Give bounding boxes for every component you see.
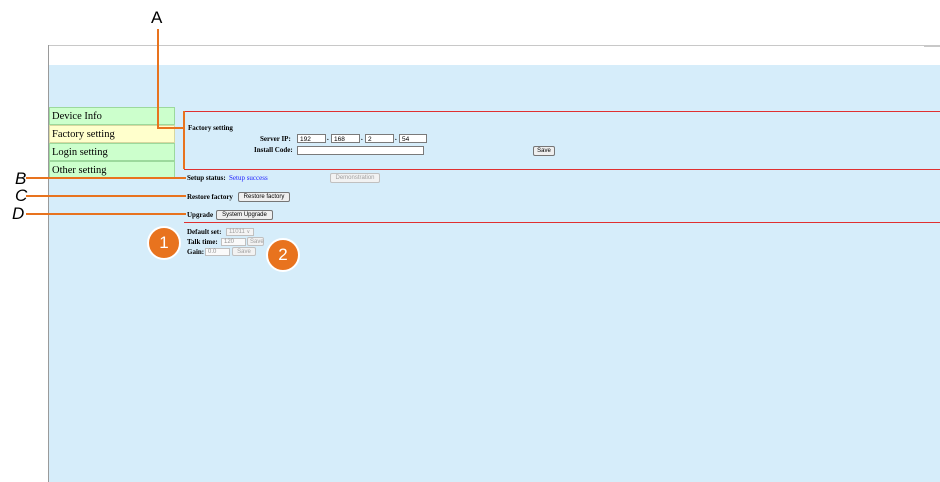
server-ip-octet-1[interactable]: 192 (297, 134, 326, 143)
callout-label-a: A (151, 8, 163, 27)
callout-line-d (26, 213, 186, 215)
default-set-label: Default set: (187, 228, 222, 236)
callout-line-a-vertical (157, 29, 159, 128)
nav-item-login-setting[interactable]: Login setting (49, 143, 175, 161)
section-divider-top (184, 111, 940, 112)
gain-save-button[interactable]: Save (232, 247, 256, 256)
ip-dot-1: . (327, 134, 329, 142)
chevron-down-icon: ∨ (246, 229, 251, 235)
install-code-input[interactable] (297, 146, 424, 155)
talk-time-save-button[interactable]: Save (247, 237, 264, 246)
restore-factory-label: Restore factory (187, 193, 233, 201)
restore-factory-button[interactable]: Restore factory (238, 192, 290, 202)
talk-time-input[interactable]: 120 (221, 238, 246, 246)
callout-bracket-a (183, 111, 185, 169)
install-code-label: Install Code: (254, 146, 293, 154)
callout-line-b (26, 177, 186, 179)
callout-badge-2: 2 (266, 238, 300, 272)
demonstration-button[interactable]: Demonstration (330, 173, 380, 183)
gain-input[interactable]: 0.0 (205, 248, 230, 256)
callout-badge-1: 1 (147, 226, 181, 260)
ip-dot-3: . (395, 134, 397, 142)
server-ip-octet-3[interactable]: 2 (365, 134, 394, 143)
window-top-border-right (924, 45, 940, 47)
talk-time-label: Talk time: (187, 238, 218, 246)
factory-setting-heading: Factory setting (188, 124, 233, 132)
system-upgrade-button[interactable]: System Upgrade (216, 210, 273, 220)
ip-dot-2: . (361, 134, 363, 142)
upgrade-label: Upgrade (187, 211, 214, 219)
section-divider-upgrade (184, 222, 940, 223)
gain-label: Gain: (187, 248, 205, 256)
callout-label-d: D (12, 204, 25, 223)
save-button[interactable]: Save (533, 146, 555, 156)
section-divider-factory (184, 169, 940, 170)
setup-status-value: Setup success (229, 174, 268, 182)
callout-line-c (26, 195, 186, 197)
callout-line-a-horizontal (157, 127, 184, 129)
window-top-border (49, 45, 940, 46)
default-set-value: 11011 (229, 229, 245, 235)
default-set-select[interactable]: 11011 ∨ (226, 228, 254, 236)
server-ip-octet-4[interactable]: 54 (399, 134, 427, 143)
server-ip-octet-2[interactable]: 168 (331, 134, 360, 143)
server-ip-label: Server IP: (260, 135, 291, 143)
setup-status-label: Setup status: (187, 174, 226, 182)
